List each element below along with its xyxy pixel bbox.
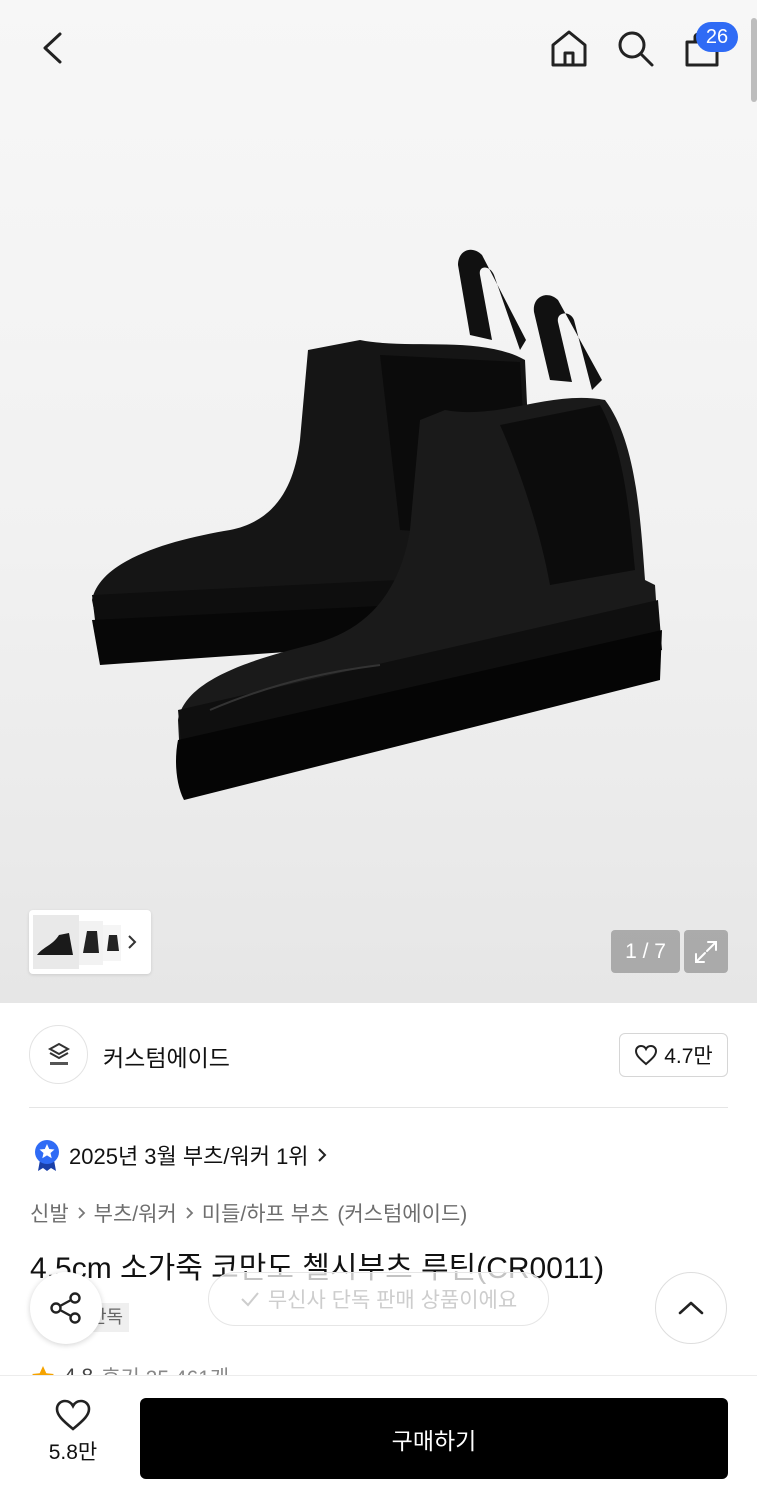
expand-icon bbox=[695, 940, 717, 963]
search-button[interactable] bbox=[613, 26, 657, 70]
ranking-badge-icon bbox=[35, 1140, 59, 1171]
brand-like-button[interactable]: 4.7만 bbox=[619, 1033, 728, 1077]
thumbnail-image bbox=[33, 915, 121, 969]
brand-row[interactable]: 커스텀에이드 4.7만 bbox=[29, 1025, 728, 1085]
cart-count-badge: 26 bbox=[696, 22, 738, 52]
share-button[interactable] bbox=[30, 1272, 102, 1344]
breadcrumb-item[interactable]: 신발 bbox=[30, 1198, 69, 1228]
exclusive-note: 무신사 단독 판매 상품이에요 bbox=[267, 1289, 518, 1312]
image-counter: 1 / 7 bbox=[611, 930, 680, 973]
breadcrumb-item[interactable]: 미들/하프 부츠 bbox=[202, 1198, 330, 1228]
ranking-text: 2025년 3월 부츠/워커 1위 bbox=[69, 1144, 309, 1169]
scrollbar[interactable] bbox=[751, 18, 757, 102]
back-button[interactable] bbox=[30, 26, 74, 70]
brand-like-count: 4.7만 bbox=[664, 1045, 713, 1068]
breadcrumb: 신발 부츠/워커 미들/하프 부츠 (커스텀에이드) bbox=[30, 1197, 467, 1229]
brand-logo-icon bbox=[47, 1042, 70, 1065]
chevron-up-icon bbox=[678, 1301, 704, 1315]
brand-name[interactable]: 커스텀에이드 bbox=[103, 1039, 230, 1073]
buy-button[interactable]: 구매하기 bbox=[140, 1398, 728, 1479]
wishlist-button[interactable]: 5.8만 bbox=[30, 1398, 116, 1478]
search-icon bbox=[618, 31, 654, 67]
thumbnail-strip[interactable] bbox=[29, 910, 151, 974]
wishlist-count: 5.8만 bbox=[48, 1441, 98, 1464]
breadcrumb-item[interactable]: (커스텀에이드) bbox=[337, 1198, 467, 1228]
scroll-to-top-button[interactable] bbox=[655, 1272, 727, 1344]
product-image-gallery[interactable]: 26 1 / 7 bbox=[0, 0, 757, 1003]
back-icon bbox=[43, 32, 62, 64]
brand-logo[interactable] bbox=[29, 1025, 88, 1084]
expand-image-button[interactable] bbox=[684, 930, 728, 973]
check-icon bbox=[241, 1292, 259, 1307]
ranking-link[interactable]: 2025년 3월 부츠/워커 1위 bbox=[33, 1137, 327, 1173]
breadcrumb-item[interactable]: 부츠/워커 bbox=[94, 1198, 177, 1228]
chevron-right-icon bbox=[185, 1206, 194, 1220]
heart-icon bbox=[55, 1399, 91, 1431]
chevron-right-icon bbox=[317, 1148, 326, 1162]
product-image-boots bbox=[92, 249, 662, 800]
share-icon bbox=[50, 1292, 81, 1324]
divider bbox=[29, 1107, 728, 1108]
home-button[interactable] bbox=[547, 26, 591, 70]
chevron-right-icon bbox=[77, 1206, 86, 1220]
chevron-right-icon bbox=[128, 935, 137, 949]
bottom-action-bar: 5.8만 구매하기 bbox=[0, 1375, 757, 1500]
exclusive-banner: 무신사 단독 판매 상품이에요 bbox=[208, 1272, 549, 1326]
heart-icon bbox=[635, 1044, 658, 1066]
home-icon bbox=[551, 30, 587, 67]
